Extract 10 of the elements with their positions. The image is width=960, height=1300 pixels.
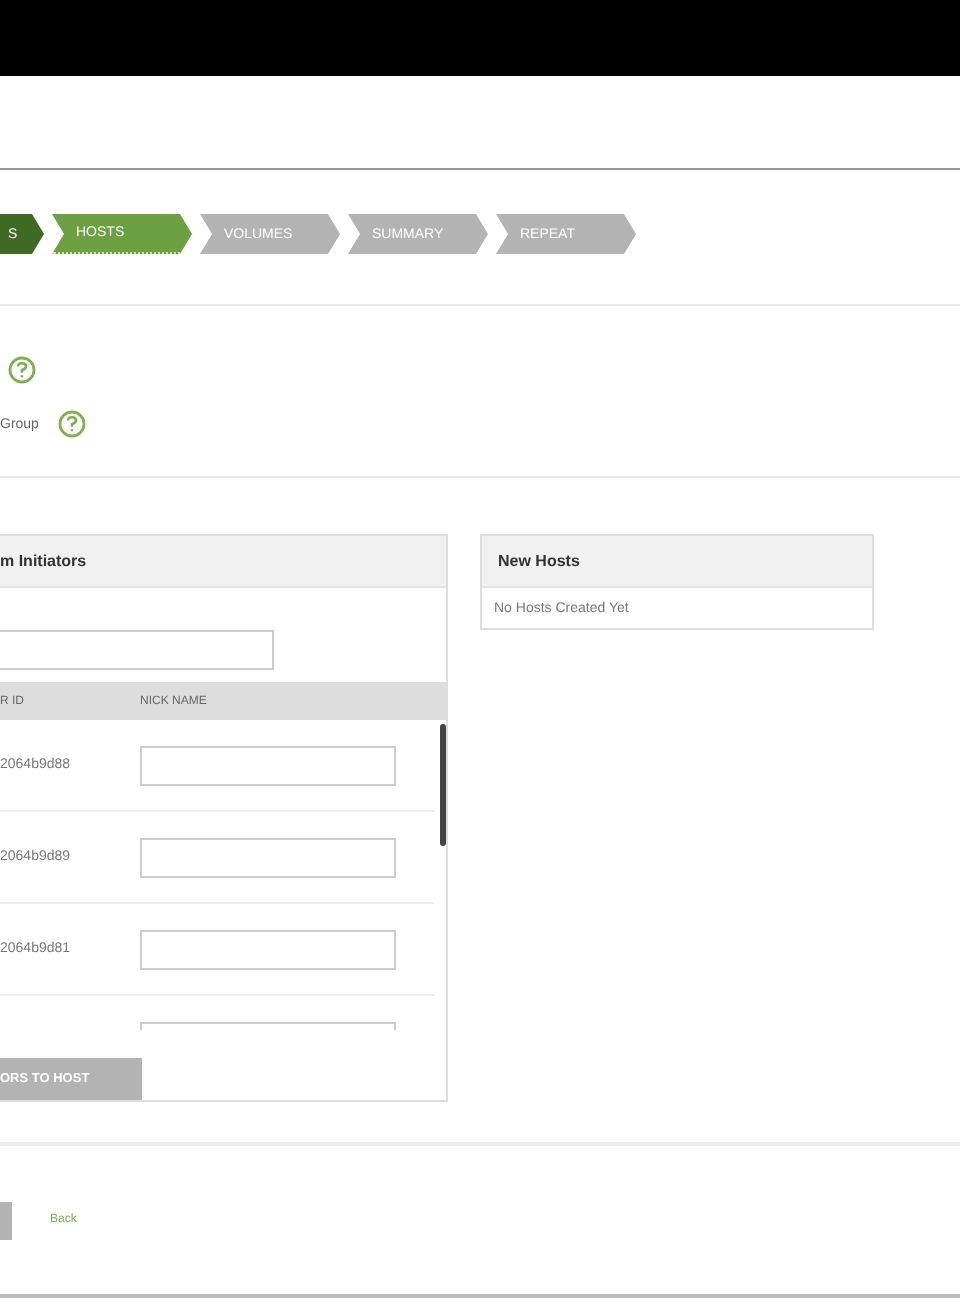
nickname-field[interactable] bbox=[140, 745, 396, 785]
nickname-field[interactable] bbox=[140, 837, 396, 877]
panel-title: m Initiators bbox=[0, 536, 446, 588]
nickname-field[interactable] bbox=[140, 929, 396, 969]
panel-title: New Hosts bbox=[482, 536, 872, 588]
search-field[interactable] bbox=[0, 630, 274, 670]
next-button[interactable] bbox=[0, 1201, 12, 1239]
help-icon[interactable] bbox=[58, 410, 87, 438]
help-icon[interactable] bbox=[8, 356, 36, 384]
scrollbar[interactable] bbox=[440, 724, 446, 846]
